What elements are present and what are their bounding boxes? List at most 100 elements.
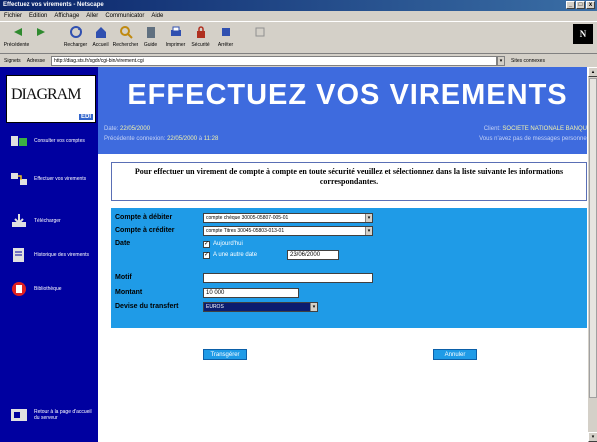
motif-input[interactable] — [203, 273, 373, 283]
page-header: EFFECTUEZ VOS VIREMENTS — [98, 67, 597, 122]
back-arrow-icon — [10, 25, 24, 39]
toolbar-button-label: Accueil — [92, 42, 109, 48]
sidebar-item-label: Télécharger — [34, 218, 61, 224]
related-sites-button[interactable]: Sites connexes — [511, 58, 545, 64]
credit-account-value: compte Titres 30045-05803-013-01 — [206, 228, 285, 234]
chevron-down-icon: ▾ — [365, 214, 372, 222]
credit-account-label: Compte à créditer — [115, 227, 175, 234]
maximize-button[interactable]: □ — [576, 1, 585, 9]
sidebar-item-label: Bibliothèque — [34, 286, 62, 292]
stop-disabled-icon — [253, 25, 267, 39]
sidebar: DIAGRAM EDI Consulter vos comptes Effectu… — [0, 67, 98, 442]
url-dropdown-icon[interactable]: ▾ — [497, 55, 506, 66]
toolbar-button-0[interactable]: Précédente — [4, 22, 29, 54]
sidebar-home-link[interactable]: Retour à la page d'accueil du serveur — [10, 404, 96, 426]
credit-account-select[interactable]: compte Titres 30045-05803-013-01 ▾ — [203, 226, 373, 236]
sidebar-item-label: Historique des virements — [34, 252, 90, 258]
netscape-logo: N — [573, 24, 593, 44]
scroll-up-icon[interactable]: ▴ — [588, 67, 597, 77]
scroll-down-icon[interactable]: ▾ — [588, 432, 597, 442]
menu-help[interactable]: Aide — [151, 11, 163, 21]
toolbar-button-8[interactable]: Arrêter — [213, 22, 238, 54]
sidebar-item-label: Effectuer vos virements — [34, 176, 87, 182]
vertical-scrollbar[interactable]: ▴ ▾ — [587, 67, 597, 442]
messages-status[interactable]: Vous n'avez pas de messages personnels — [479, 134, 591, 144]
lock-icon — [194, 25, 208, 39]
debit-account-label: Compte à débiter — [115, 214, 173, 221]
debit-account-value: compte chèque 30005-05807-005-01 — [206, 215, 289, 221]
home-icon — [94, 25, 108, 39]
other-date-input[interactable]: 23/06/2000 — [287, 250, 339, 260]
print-icon — [169, 25, 183, 39]
toolbar-button-label: Recharger — [63, 42, 88, 48]
menu-view[interactable]: Affichage — [54, 11, 79, 21]
other-date-option-label: A une autre date — [213, 252, 258, 258]
close-button[interactable]: x — [586, 1, 595, 9]
debit-account-select[interactable]: compte chèque 30005-05807-005-01 ▾ — [203, 213, 373, 223]
amount-input[interactable]: 10 000 — [203, 288, 299, 298]
page-content: DIAGRAM EDI Consulter vos comptes Effectu… — [0, 67, 597, 442]
diagram-logo: DIAGRAM EDI — [6, 75, 96, 123]
prev-connection-time: 11:28 — [203, 136, 219, 142]
currency-value: EUROS — [206, 304, 224, 310]
prev-connection-label: Précédente connexion: — [104, 136, 166, 142]
toolbar-button-3[interactable]: Accueil — [88, 22, 113, 54]
menu-communicator[interactable]: Communicator — [105, 11, 144, 21]
toolbar-button-9[interactable] — [247, 22, 272, 54]
date-label: Date: — [104, 126, 119, 132]
toolbar-button-2[interactable]: Recharger — [63, 22, 88, 54]
transfer-button[interactable]: Transgérer — [203, 349, 247, 360]
reload-icon — [69, 25, 83, 39]
cancel-button[interactable]: Annuler — [433, 349, 477, 360]
today-checkbox[interactable]: ✓ — [203, 241, 210, 248]
sidebar-item-1[interactable]: Effectuer vos virements — [10, 168, 96, 190]
sidebar-home-label: Retour à la page d'accueil du serveur — [34, 409, 92, 421]
logo-badge: EDI — [78, 114, 93, 120]
other-date-checkbox[interactable]: ✓ — [203, 252, 210, 259]
accounts-icon — [10, 133, 28, 149]
menu-file[interactable]: Fichier — [4, 11, 22, 21]
client-value: SOCIETE NATIONALE BANQUE — [502, 126, 591, 132]
toolbar-button-5[interactable]: Guide — [138, 22, 163, 54]
menu-edit[interactable]: Edition — [29, 11, 47, 21]
exit-icon — [10, 407, 28, 423]
url-input[interactable]: http://diag.sts.fr/sgdr/cgi-bin/virement… — [51, 55, 498, 66]
sidebar-item-label: Consulter vos comptes — [34, 138, 85, 144]
menu-go[interactable]: Aller — [86, 11, 98, 21]
sidebar-item-0[interactable]: Consulter vos comptes — [10, 130, 96, 152]
address-bar: Signets Adresse http://diag.sts.fr/sgdr/… — [0, 54, 597, 67]
forward-arrow-icon — [35, 25, 49, 39]
sidebar-item-4[interactable]: Bibliothèque — [10, 278, 96, 300]
stop-icon — [219, 25, 233, 39]
transfer-form: Compte à débiter compte chèque 30005-058… — [111, 208, 587, 328]
toolbar-button-7[interactable]: Sécurité — [188, 22, 213, 54]
date-value: 22/05/2000 — [120, 126, 151, 132]
currency-select[interactable]: EUROS ▾ — [203, 302, 318, 312]
chevron-down-icon: ▾ — [310, 303, 317, 311]
library-icon — [10, 281, 28, 297]
date-field-label: Date — [115, 240, 131, 247]
client-label: Client: — [483, 126, 501, 132]
sidebar-item-2[interactable]: Télécharger — [10, 210, 96, 232]
transfer-icon — [10, 171, 28, 187]
scroll-thumb[interactable] — [589, 78, 597, 398]
motif-label: Motif — [115, 274, 132, 281]
toolbar-button-6[interactable]: Imprimer — [163, 22, 188, 54]
toolbar-button-1[interactable] — [29, 22, 54, 54]
window-controls: _ □ x — [566, 1, 595, 10]
toolbar-button-label: Guide — [143, 42, 158, 48]
guide-icon — [144, 25, 158, 39]
navigation-toolbar: Précédente Recharger Accueil Rechercher Guid… — [0, 21, 597, 54]
logo-text: DIAGRAM — [11, 86, 81, 103]
toolbar-button-label: Arrêter — [217, 42, 234, 48]
toolbar-button-4[interactable]: Rechercher — [113, 22, 138, 54]
download-icon — [10, 213, 28, 229]
search-icon — [119, 25, 133, 39]
minimize-button[interactable]: _ — [566, 1, 575, 9]
bookmarks-button[interactable]: Signets — [4, 58, 21, 64]
chevron-down-icon: ▾ — [365, 227, 372, 235]
sidebar-item-3[interactable]: Historique des virements — [10, 244, 96, 266]
prev-connection-date: 22/05/2000 — [167, 136, 198, 142]
history-icon — [10, 247, 28, 263]
toolbar-button-label: Rechercher — [113, 42, 138, 48]
